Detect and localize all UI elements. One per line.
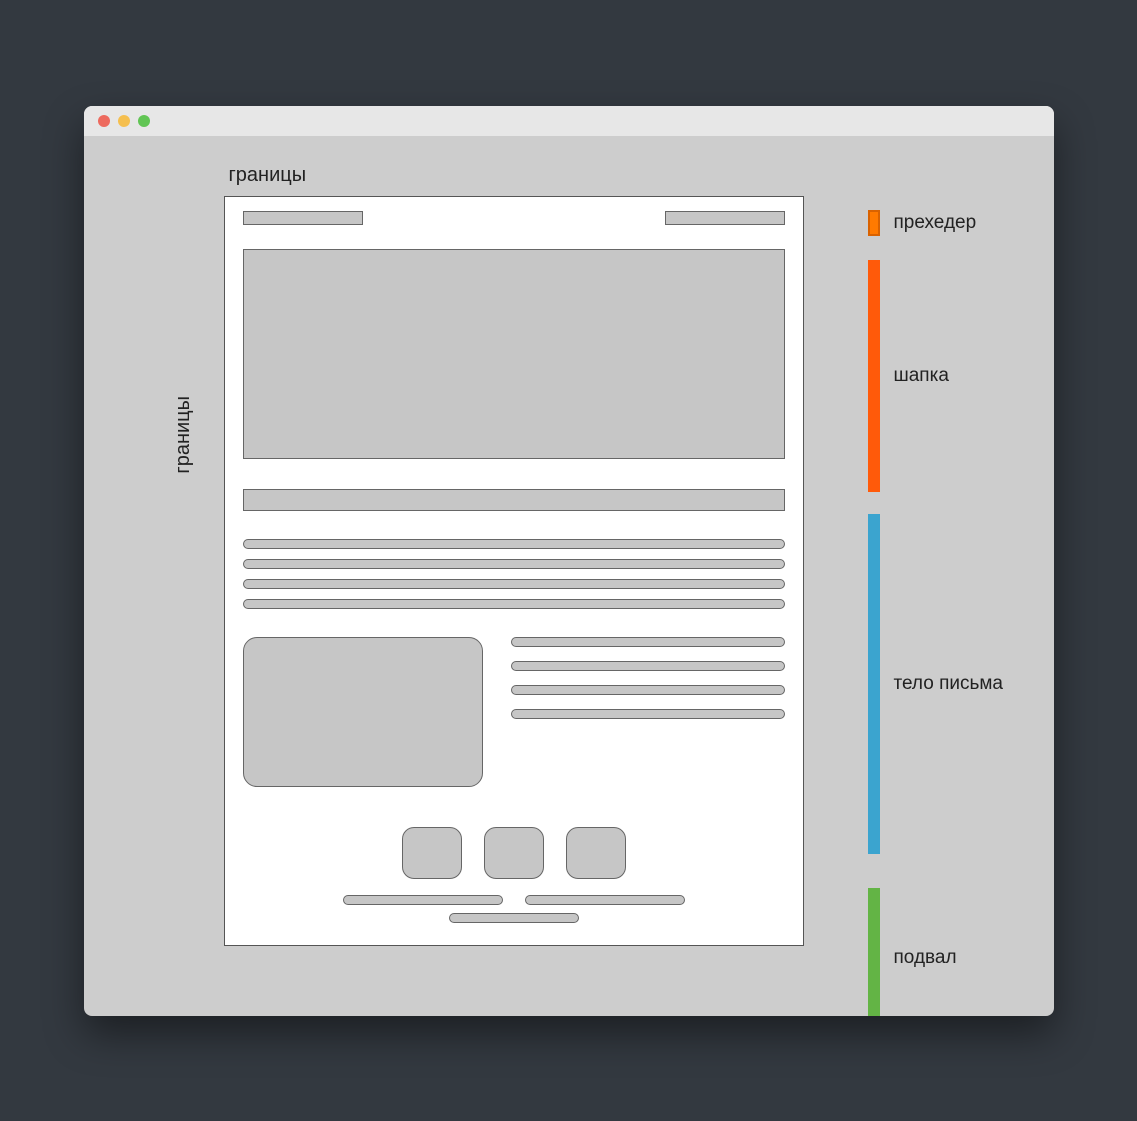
body-text-line	[243, 579, 785, 589]
legend-label: шапка	[894, 365, 949, 387]
email-wireframe	[224, 196, 804, 946]
legend-color-header	[868, 260, 880, 492]
body-title-placeholder	[243, 489, 785, 511]
footer-links	[243, 895, 785, 905]
body-side-text	[511, 637, 785, 787]
minimize-icon[interactable]	[118, 115, 130, 127]
body-text-line	[243, 559, 785, 569]
footer-link-placeholder	[343, 895, 503, 905]
preheader-link-placeholder	[665, 211, 785, 225]
social-icon-placeholder	[402, 827, 462, 879]
legend-color-body	[868, 514, 880, 854]
body-text-line	[511, 661, 785, 671]
legend-color-preheader	[868, 210, 880, 236]
preheader-text-placeholder	[243, 211, 363, 225]
browser-window: границы границы	[84, 106, 1054, 1016]
preheader-section	[243, 211, 785, 225]
footer-social-icons	[243, 827, 785, 879]
social-icon-placeholder	[566, 827, 626, 879]
window-titlebar	[84, 106, 1054, 136]
legend-label: подвал	[894, 947, 957, 969]
maximize-icon[interactable]	[138, 115, 150, 127]
social-icon-placeholder	[484, 827, 544, 879]
body-image-placeholder	[243, 637, 483, 787]
body-text-line	[243, 599, 785, 609]
body-two-column	[243, 637, 785, 787]
body-text-line	[243, 539, 785, 549]
body-text-line	[511, 685, 785, 695]
legend-label: тело письма	[894, 673, 1004, 695]
header-hero-placeholder	[243, 249, 785, 459]
diagram-stage: границы границы	[84, 136, 1054, 1016]
legend-item-header: шапка	[868, 260, 949, 492]
boundary-label-left: границы	[172, 396, 195, 474]
body-text-line	[511, 709, 785, 719]
legend-item-footer: подвал	[868, 888, 957, 1016]
legend-label: прехедер	[894, 212, 977, 234]
legend-item-preheader: прехедер	[868, 210, 977, 236]
legend-color-footer	[868, 888, 880, 1016]
footer-copyright-placeholder	[449, 913, 579, 923]
body-paragraph	[243, 539, 785, 609]
close-icon[interactable]	[98, 115, 110, 127]
boundary-label-top: границы	[229, 164, 307, 187]
footer-link-placeholder	[525, 895, 685, 905]
body-text-line	[511, 637, 785, 647]
legend-item-body: тело письма	[868, 514, 1004, 854]
